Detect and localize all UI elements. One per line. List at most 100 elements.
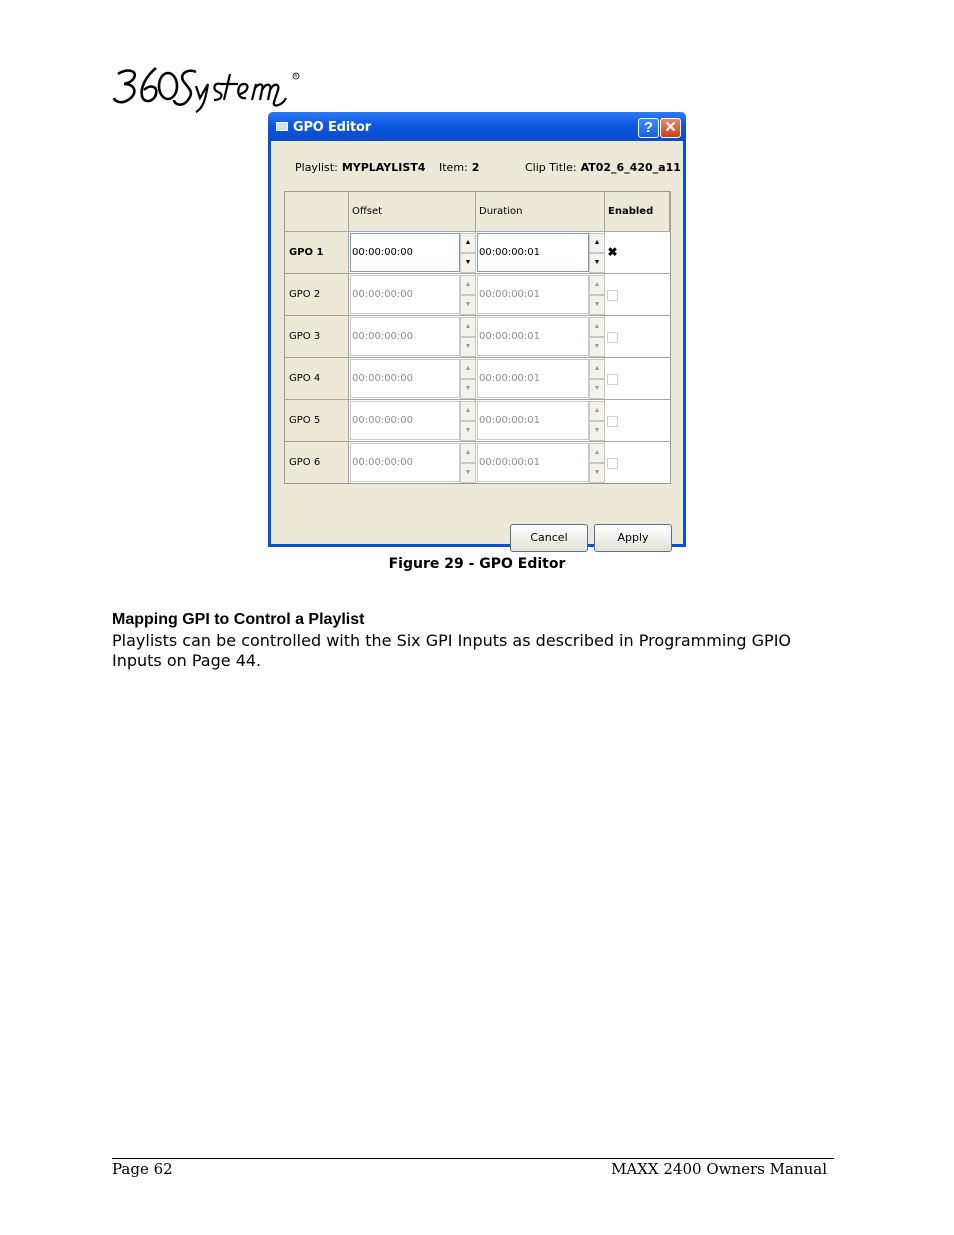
offset-down-arrow-icon[interactable]: ▼ [460,295,476,315]
offset-spinner: ▲ ▼ [460,233,476,273]
enabled-column-header[interactable]: Enabled [605,192,670,232]
section-heading: Mapping GPI to Control a Playlist [112,611,365,628]
duration-cell: 00:00:00:01 ▲ ▼ [476,232,605,274]
offset-input[interactable]: 00:00:00:00 [350,443,460,482]
enabled-checkbox[interactable] [607,458,618,469]
duration-down-arrow-icon[interactable]: ▼ [589,421,605,441]
offset-input[interactable]: 00:00:00:00 [350,401,460,440]
enabled-cell [605,400,670,442]
offset-down-arrow-icon[interactable]: ▼ [460,421,476,441]
duration-up-arrow-icon[interactable]: ▲ [589,275,605,295]
item-info: Item: 2 [439,161,479,174]
duration-up-arrow-icon[interactable]: ▲ [589,359,605,379]
duration-spinner: ▲ ▼ [589,317,605,357]
duration-cell: 00:00:00:01 ▲ ▼ [476,442,605,483]
duration-up-arrow-icon[interactable]: ▲ [589,317,605,337]
offset-spinner: ▲ ▼ [460,401,476,441]
offset-input[interactable]: 00:00:00:00 [350,359,460,398]
duration-input[interactable]: 00:00:00:01 [477,401,589,440]
duration-up-arrow-icon[interactable]: ▲ [589,233,605,253]
duration-up-arrow-icon[interactable]: ▲ [589,401,605,421]
offset-up-arrow-icon[interactable]: ▲ [460,359,476,379]
offset-cell: 00:00:00:00 ▲ ▼ [349,274,476,316]
enabled-checkbox[interactable] [607,374,618,385]
offset-down-arrow-icon[interactable]: ▼ [460,253,476,273]
offset-up-arrow-icon[interactable]: ▲ [460,401,476,421]
offset-down-arrow-icon[interactable]: ▼ [460,337,476,357]
company-logo: R [112,66,300,113]
footer-divider [112,1158,834,1159]
enabled-cell [605,316,670,358]
cancel-button[interactable]: Cancel [510,524,588,552]
offset-down-arrow-icon[interactable]: ▼ [460,379,476,399]
enabled-checkbox[interactable] [607,332,618,343]
enabled-checkbox[interactable] [607,416,618,427]
duration-input[interactable]: 00:00:00:01 [477,275,589,314]
duration-down-arrow-icon[interactable]: ▼ [589,379,605,399]
duration-cell: 00:00:00:01 ▲ ▼ [476,358,605,400]
duration-input[interactable]: 00:00:00:01 [477,443,589,482]
dialog-titlebar[interactable]: GPO Editor ? ✕ [268,112,686,141]
playlist-value: MYPLAYLIST4 [341,161,426,174]
item-value: 2 [471,161,480,174]
gpo-row: GPO 6 00:00:00:00 ▲ ▼ 00:00:00:01 ▲ ▼ [285,442,670,483]
dialog-body: Playlist: MYPLAYLIST4 Item: 2 Clip Title: A… [271,141,683,552]
offset-cell: 00:00:00:00 ▲ ▼ [349,316,476,358]
offset-down-arrow-icon[interactable]: ▼ [460,463,476,483]
offset-cell: 00:00:00:00 ▲ ▼ [349,400,476,442]
offset-up-arrow-icon[interactable]: ▲ [460,233,476,253]
gpo-row: GPO 4 00:00:00:00 ▲ ▼ 00:00:00:01 ▲ ▼ [285,358,670,400]
duration-spinner: ▲ ▼ [589,359,605,399]
dialog-title: GPO Editor [293,120,371,135]
help-button[interactable]: ? [638,118,659,138]
close-button[interactable]: ✕ [660,118,681,138]
duration-down-arrow-icon[interactable]: ▼ [589,463,605,483]
duration-input[interactable]: 00:00:00:01 [477,233,589,272]
figure-caption: Figure 29 - GPO Editor [388,556,566,572]
duration-down-arrow-icon[interactable]: ▼ [589,253,605,273]
gpo-row-label: GPO 5 [285,400,349,442]
duration-cell: 00:00:00:01 ▲ ▼ [476,316,605,358]
offset-up-arrow-icon[interactable]: ▲ [460,317,476,337]
duration-spinner: ▲ ▼ [589,443,605,483]
duration-down-arrow-icon[interactable]: ▼ [589,295,605,315]
duration-down-arrow-icon[interactable]: ▼ [589,337,605,357]
offset-cell: 00:00:00:00 ▲ ▼ [349,358,476,400]
gpo-row-label: GPO 4 [285,358,349,400]
section-body: Playlists can be controlled with the Six… [112,631,792,670]
apply-button[interactable]: Apply [594,524,672,552]
gpo-row: GPO 1 00:00:00:00 ▲ ▼ 00:00:00:01 ▲ ▼ ✖ [285,232,670,274]
gpo-editor-dialog: GPO Editor ? ✕ Playlist: MYPLAYLIST4 Item… [268,112,686,552]
enabled-cell [605,274,670,316]
corner-header [285,192,349,232]
enabled-cell [605,358,670,400]
duration-column-header[interactable]: Duration [476,192,605,232]
offset-input[interactable]: 00:00:00:00 [350,233,460,272]
offset-cell: 00:00:00:00 ▲ ▼ [349,232,476,274]
gpo-row-label: GPO 3 [285,316,349,358]
duration-spinner: ▲ ▼ [589,401,605,441]
duration-input[interactable]: 00:00:00:01 [477,359,589,398]
duration-spinner: ▲ ▼ [589,233,605,273]
offset-column-header[interactable]: Offset [349,192,476,232]
duration-input[interactable]: 00:00:00:01 [477,317,589,356]
gpo-grid: Offset Duration Enabled GPO 1 00:00:00:00… [284,191,671,484]
offset-spinner: ▲ ▼ [460,443,476,483]
offset-spinner: ▲ ▼ [460,359,476,399]
gpo-row: GPO 3 00:00:00:00 ▲ ▼ 00:00:00:01 ▲ ▼ [285,316,670,358]
page-number: Page 62 [112,1160,173,1178]
gpo-row: GPO 2 00:00:00:00 ▲ ▼ 00:00:00:01 ▲ ▼ [285,274,670,316]
offset-up-arrow-icon[interactable]: ▲ [460,443,476,463]
offset-up-arrow-icon[interactable]: ▲ [460,275,476,295]
enabled-checkbox[interactable] [607,290,618,301]
svg-text:R: R [294,74,297,79]
offset-input[interactable]: 00:00:00:00 [350,275,460,314]
duration-up-arrow-icon[interactable]: ▲ [589,443,605,463]
offset-spinner: ▲ ▼ [460,275,476,315]
clip-title-value: AT02_6_420_a11 [580,161,681,174]
window-icon [276,122,288,131]
gpo-row-label: GPO 1 [285,232,349,274]
gpo-row-label: GPO 6 [285,442,349,483]
enabled-checkbox[interactable]: ✖ [607,246,618,259]
offset-input[interactable]: 00:00:00:00 [350,317,460,356]
